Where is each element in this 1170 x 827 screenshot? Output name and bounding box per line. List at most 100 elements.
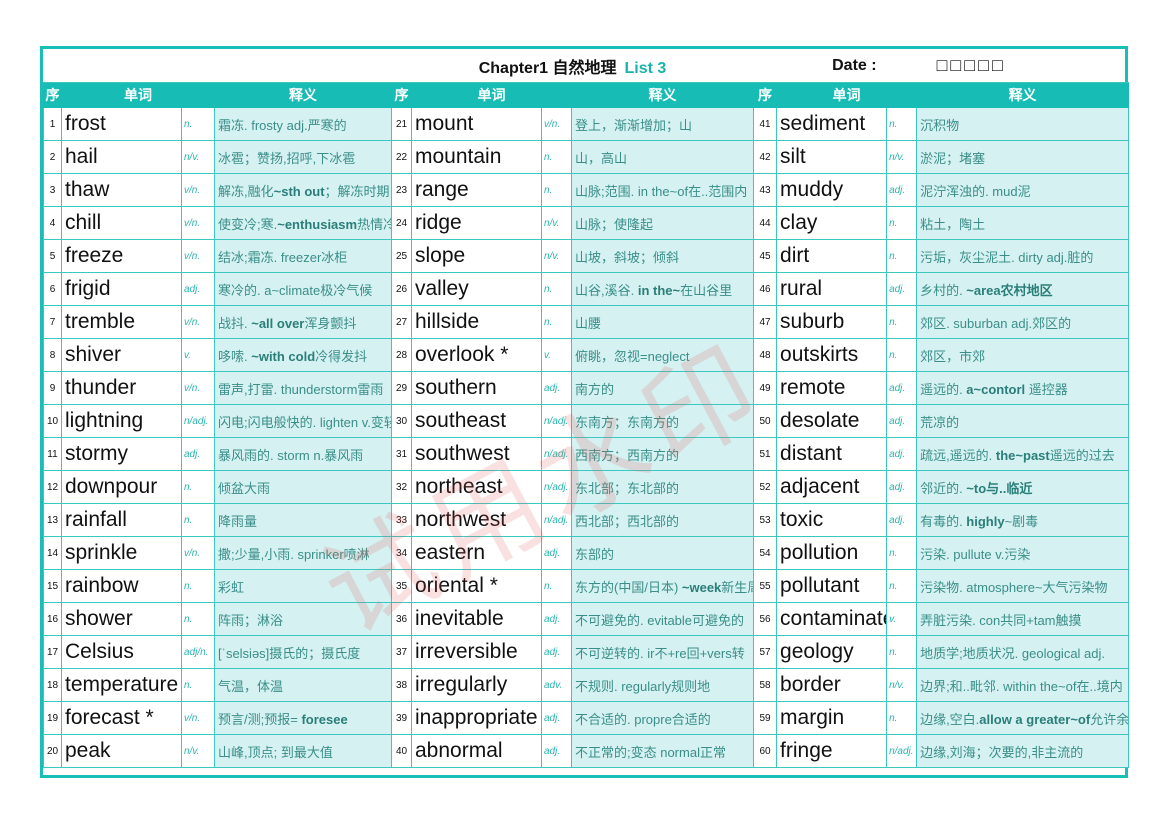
entry-part-of-speech: n. — [886, 239, 918, 273]
entry-word: shiver — [61, 338, 182, 372]
definition-phrase: allow a greater~of — [979, 711, 1091, 727]
definition-text: 山，高山 — [575, 150, 628, 166]
entry-word: southeast — [411, 404, 542, 438]
entry-number: 59 — [753, 701, 778, 735]
entry-definition: 冰雹；赞扬,招呼,下冰雹 — [214, 140, 392, 174]
entry-part-of-speech: n. — [886, 206, 918, 240]
entry-number: 15 — [43, 569, 62, 603]
entry-part-of-speech: n/v. — [886, 140, 918, 174]
entry-definition: 疏远,遥远的. the~past遥远的过去 — [916, 437, 1130, 471]
entry-part-of-speech: n. — [886, 338, 918, 372]
entry-word: tremble — [61, 305, 182, 339]
entry-word: irregularly — [411, 668, 542, 702]
table-row: 2 hail n/v. 冰雹；赞扬,招呼,下冰雹 22 mountain n. 山，高山 42 s… — [43, 140, 1130, 174]
entry-definition: 闪电;闪电般快的. lighten v.变轻 — [214, 404, 392, 438]
entry-word: chill — [61, 206, 182, 240]
entry-definition: 地质学;地质状况. geological adj. — [916, 635, 1130, 669]
entry-word: northeast — [411, 470, 542, 504]
entry-part-of-speech: adj. — [886, 173, 918, 207]
definition-text: 山谷,溪谷. — [575, 282, 638, 298]
definition-text: 不正常的;变态 normal正常 — [575, 744, 726, 760]
definition-text: 西南方；西南方的 — [575, 447, 680, 463]
entry-number: 13 — [43, 503, 62, 537]
definition-phrase: ~week — [681, 579, 722, 595]
definition-text: 弄脏污染. con共同+tam触摸 — [920, 612, 1082, 628]
entry-definition: 解冻,融化~sth out；解冻时期 — [214, 173, 392, 207]
entry-number: 23 — [391, 173, 412, 207]
definition-text: 遥远的. — [920, 381, 967, 397]
table-row: 9 thunder v/n. 雷声,打雷. thunderstorm雷雨 29 south… — [43, 371, 1130, 405]
entry-word: sediment — [776, 107, 888, 141]
definition-text: 邻近的. — [920, 480, 967, 496]
table-row: 18 temperature n. 气温，体温 38 irregularly adv. 不规则… — [43, 668, 1130, 702]
entry-definition: 污染物. atmosphere~大气污染物 — [916, 569, 1130, 603]
definition-text: 东部的 — [575, 546, 615, 562]
definition-phrase: the~past — [995, 447, 1050, 463]
entry-word: mount — [411, 107, 542, 141]
header-seq: 序 — [391, 82, 412, 108]
list-label: List 3 — [624, 59, 667, 77]
definition-text: 不可逆转的. ir不+re回+vers转 — [575, 645, 745, 661]
entry-definition: 弄脏污染. con共同+tam触摸 — [916, 602, 1130, 636]
entry-word: adjacent — [776, 470, 888, 504]
vocabulary-table: Chapter1 自然地理 List 3 Date : □□□□□ 序 单词 释义… — [43, 49, 1130, 768]
definition-text: 地质学;地质状况. geological adj. — [920, 645, 1106, 661]
entry-word: northwest — [411, 503, 542, 537]
definition-text: 寒冷的. a~climate极冷气候 — [218, 282, 373, 298]
definition-phrase: ~enthusiasm — [277, 216, 358, 232]
definition-text: 遥远的过去 — [1049, 447, 1115, 463]
date-checkboxes[interactable]: □□□□□ — [886, 49, 1129, 83]
entry-word: overlook * — [411, 338, 542, 372]
entry-number: 34 — [391, 536, 412, 570]
definition-text: ；解冻时期 — [324, 183, 390, 199]
definition-text: 战抖. — [218, 315, 252, 331]
entry-number: 31 — [391, 437, 412, 471]
entry-definition: 霜冻. frosty adj.严寒的 — [214, 107, 392, 141]
entry-part-of-speech: n. — [181, 569, 215, 603]
definition-text: 结冰;霜冻. freezer冰柜 — [218, 249, 348, 265]
entry-number: 2 — [43, 140, 62, 174]
entry-word: pollutant — [776, 569, 888, 603]
definition-text: 污垢，灰尘泥土. dirty adj.脏的 — [920, 249, 1094, 265]
definition-phrase: foresee — [301, 711, 348, 727]
definition-text: 解冻,融化 — [218, 183, 274, 199]
entry-number: 16 — [43, 602, 62, 636]
entry-word: geology — [776, 635, 888, 669]
table-row: 11 stormy adj. 暴风雨的. storm n.暴风雨 31 southwest… — [43, 437, 1130, 471]
entry-word: silt — [776, 140, 888, 174]
definition-text: 彩虹 — [218, 579, 245, 595]
entry-part-of-speech: n. — [886, 305, 918, 339]
definition-text: 山峰,顶点; 到最大值 — [218, 744, 333, 760]
entry-part-of-speech: n. — [181, 668, 215, 702]
entry-number: 41 — [753, 107, 778, 141]
entry-number: 57 — [753, 635, 778, 669]
entry-word: shower — [61, 602, 182, 636]
entry-number: 47 — [753, 305, 778, 339]
entry-word: Celsius — [61, 635, 182, 669]
entry-definition: 不可逆转的. ir不+re回+vers转 — [570, 635, 755, 669]
entry-word: desolate — [776, 404, 888, 438]
entry-part-of-speech: n/v. — [541, 206, 572, 240]
entry-part-of-speech: adj. — [541, 371, 572, 405]
entry-part-of-speech: n/adj. — [541, 470, 572, 504]
entry-number: 12 — [43, 470, 62, 504]
definition-text: 撒;少量,小雨. sprinker喷淋 — [218, 546, 370, 562]
header-word: 单词 — [411, 82, 572, 108]
definition-text: 遥控器 — [1025, 381, 1068, 397]
definition-text: 热情冷却 — [357, 216, 390, 232]
entry-number: 36 — [391, 602, 412, 636]
entry-number: 10 — [43, 404, 62, 438]
entry-word: irreversible — [411, 635, 542, 669]
entry-definition: 山坡，斜坡；倾斜 — [570, 239, 755, 273]
entry-part-of-speech: n. — [886, 536, 918, 570]
definition-text: 山腰 — [575, 315, 602, 331]
entry-word: southern — [411, 371, 542, 405]
entry-part-of-speech: n. — [886, 107, 918, 141]
entry-part-of-speech: adj. — [541, 536, 572, 570]
entry-part-of-speech: adj. — [886, 437, 918, 471]
definition-text: 新生周 — [721, 579, 752, 595]
entry-part-of-speech: adj. — [181, 272, 215, 306]
entry-number: 44 — [753, 206, 778, 240]
entry-part-of-speech: n. — [541, 305, 572, 339]
table-row: 10 lightning n/adj. 闪电;闪电般快的. lighten v.变轻 3… — [43, 404, 1130, 438]
